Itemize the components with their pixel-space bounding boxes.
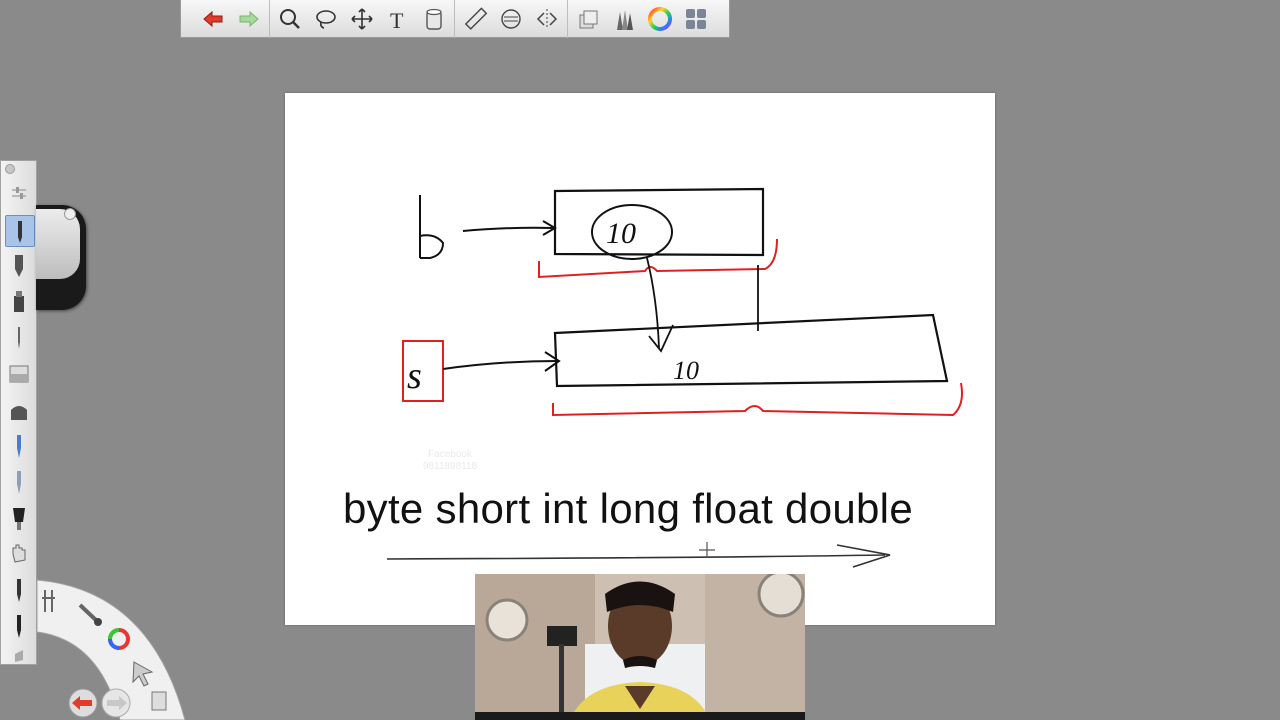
ruler-button[interactable] [457,1,493,37]
brush-tip-blue-icon [17,435,21,458]
handwritten-diagram: b s 10 10 [386,187,963,568]
marker-icon [14,291,24,312]
fill-button[interactable] [416,1,452,37]
marker-brush-button[interactable] [5,287,33,317]
lagoon-undo-button[interactable] [68,688,98,718]
ellipse-guide-button[interactable] [493,1,529,37]
eraser-icon [11,406,27,420]
brush-tip-icon [17,471,21,494]
redo-icon [239,10,259,27]
variable-b-sketch [419,195,445,259]
move-button[interactable] [344,1,380,37]
pencil-icon [18,221,22,243]
copic-library-icon [686,8,706,29]
ballpoint-brush-button[interactable] [5,250,33,280]
pen-brush-button[interactable] [5,323,33,353]
value-top-text: 10 [606,217,636,250]
symmetry-icon [536,8,558,29]
airbrush-button[interactable] [5,359,33,389]
cursor-crosshair [699,542,715,558]
brush-preview-well [36,209,80,279]
text-button[interactable]: T [380,1,416,37]
color-wheel-button[interactable] [642,1,678,37]
paint-brush-button[interactable] [5,431,33,461]
layers-icon [579,10,598,28]
zoom-icon [280,8,300,29]
redo-button[interactable] [231,1,267,37]
undo-icon [203,10,223,27]
hand-icon [12,544,26,563]
toolbar-separator [454,0,455,38]
watermark-line1: Facebook [428,449,472,460]
ballpoint-pen-icon [15,255,23,277]
brush-library-icon [617,9,633,30]
lasso-button[interactable] [308,1,344,37]
symmetry-button[interactable] [529,1,565,37]
data-types-text: byte short int long float double [343,485,913,532]
red-brace-top [538,238,778,279]
eraser-brush-button[interactable] [5,395,33,425]
color-wheel-icon [648,6,672,31]
ruler-icon [464,6,488,30]
layers-button[interactable] [570,1,606,37]
fill-icon [426,8,442,30]
webcam-video-overlay [475,574,805,720]
ellipse-guide-icon [501,8,521,29]
sliders-icon [12,187,26,199]
palette-close-dot[interactable] [5,164,15,174]
type-widening-arrow [386,554,886,560]
toolbar-separator [269,0,270,38]
bristle-brush-icon [13,508,25,530]
lagoon-layers-icon[interactable] [151,691,167,711]
hand-tool-button[interactable] [5,539,33,569]
brush-properties-button[interactable] [5,179,33,209]
presenter-video-frame [475,574,805,720]
smudge-brush-button[interactable] [5,467,33,497]
brush-size-puck[interactable] [36,205,86,310]
airbrush-icon [9,365,29,383]
red-brace-bottom [552,382,963,417]
copic-library-button[interactable] [678,1,714,37]
lagoon-arc-menu [36,579,186,720]
arrow-b-to-box [462,226,554,232]
top-toolbar: T [180,0,730,38]
brush-opacity-dot[interactable] [64,208,76,220]
pencil-brush-button[interactable] [5,215,35,247]
move-icon [351,7,373,30]
drawing-canvas[interactable]: b s 10 10 Facebook 9811898118 byte short… [285,93,995,625]
pen-icon [18,327,20,349]
undo-button[interactable] [195,1,231,37]
var-s-text: s [407,355,422,397]
byte-memory-box [553,187,765,257]
zoom-button[interactable] [272,1,308,37]
svg-text:T: T [390,8,404,32]
text-icon: T [390,8,404,32]
brush-library-button[interactable] [606,1,642,37]
value-bottom-text: 10 [673,356,699,385]
lasso-icon [316,9,336,29]
bristle-brush-button[interactable] [5,503,33,533]
double-memory-box [553,313,949,388]
arrow-s-to-box [442,360,558,370]
watermark-line2: 9811898118 [422,461,478,472]
toolbar-separator [567,0,568,38]
faint-watermark: Facebook 9811898118 [400,449,500,473]
lagoon-redo-button[interactable] [101,688,131,718]
